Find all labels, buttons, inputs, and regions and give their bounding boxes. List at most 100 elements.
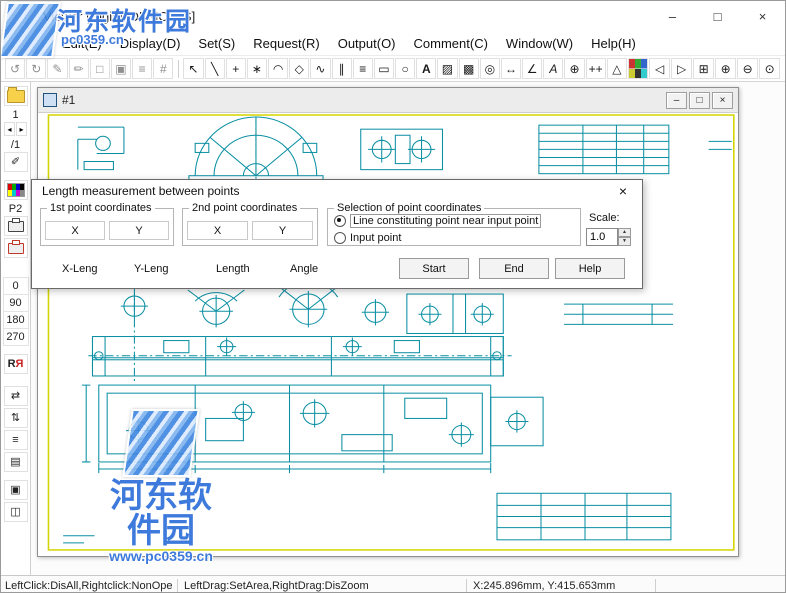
menubar: Edit(E) Display(D) Set(S) Request(R) Out…: [1, 31, 785, 55]
mirror-r-label: R: [7, 357, 16, 370]
grid-view-button[interactable]: ▤: [3, 452, 28, 472]
dialog-titlebar[interactable]: Length measurement between points ×: [32, 180, 642, 202]
menu-comment[interactable]: Comment(C): [405, 33, 497, 54]
copy-icon[interactable]: ▣: [110, 58, 132, 79]
mirror-button[interactable]: RЯ: [3, 354, 28, 374]
radio-line-point-label[interactable]: Line constituting point near input point: [350, 213, 542, 228]
zoom-in-icon[interactable]: ⊕: [715, 58, 737, 79]
window-mode-button[interactable]: ▣: [3, 480, 28, 500]
undo-icon[interactable]: ↺: [5, 58, 26, 79]
first-point-x-field: X: [45, 221, 105, 240]
hatch-fill-tool-icon[interactable]: ▨: [437, 58, 458, 79]
scale-input[interactable]: [586, 228, 618, 246]
print-area-button[interactable]: [3, 238, 28, 258]
menu-output[interactable]: Output(O): [329, 33, 405, 54]
arc-tool-icon[interactable]: ◠: [268, 58, 289, 79]
drawing-window-title: #1: [62, 93, 76, 107]
star-tool-icon[interactable]: ∗: [246, 58, 268, 79]
second-point-y-field: Y: [252, 221, 313, 240]
radio-input-point[interactable]: [334, 231, 346, 244]
dimension-tool-icon[interactable]: ↔: [500, 58, 522, 79]
print-button[interactable]: [3, 216, 28, 236]
drawing-window-icon: [43, 93, 57, 107]
select-tool-icon[interactable]: ↖: [183, 58, 204, 79]
redo-icon[interactable]: ↻: [26, 58, 47, 79]
menu-request[interactable]: Request(R): [244, 33, 328, 54]
angle-tool-icon[interactable]: ∠: [522, 58, 543, 79]
printer-icon: [7, 217, 24, 232]
radio-input-point-label[interactable]: Input point: [350, 232, 401, 244]
page-prev-button[interactable]: ◂: [4, 122, 15, 136]
list-view-button[interactable]: ≡: [3, 430, 28, 450]
italic-text-tool-icon[interactable]: A: [543, 58, 564, 79]
rectangle-tool-icon[interactable]: ▭: [373, 58, 395, 79]
menu-help[interactable]: Help(H): [582, 33, 645, 54]
center-mark-tool-icon[interactable]: ⊕: [564, 58, 585, 79]
menu-set[interactable]: Set(S): [189, 33, 244, 54]
rotate-0-button[interactable]: 0: [2, 277, 29, 295]
symbol-tool-icon[interactable]: ◎: [479, 58, 500, 79]
menu-display[interactable]: Display(D): [111, 33, 190, 54]
point-tool-icon[interactable]: +: [225, 58, 246, 79]
toolbar: ↺ ↻ ✎ ✏ □ ▣ ≡ # ↖ ╲ + ∗ ◠ ◇ ∿ ∥ ≡ ▭ ○ A …: [1, 55, 785, 82]
dot-grid-tool-icon[interactable]: ▩: [458, 58, 479, 79]
line-tool-icon[interactable]: ╲: [204, 58, 225, 79]
length-measurement-dialog[interactable]: Length measurement between points × 1st …: [31, 179, 643, 289]
text-tool-icon[interactable]: A: [416, 58, 437, 79]
doc-icon[interactable]: □: [89, 58, 110, 79]
dim-plus-tool-icon[interactable]: ++: [585, 58, 606, 79]
minimize-button[interactable]: –: [650, 1, 695, 31]
edit-tool-button[interactable]: ✐: [3, 152, 28, 172]
pen-icon[interactable]: ✎: [47, 58, 68, 79]
scale-up-icon[interactable]: ▲: [618, 228, 631, 237]
angle-dim-tool-icon[interactable]: △: [606, 58, 627, 79]
rotate-90-button[interactable]: 90: [2, 294, 29, 312]
menu-window[interactable]: Window(W): [497, 33, 582, 54]
child-close-button[interactable]: ×: [712, 91, 733, 109]
child-restore-button[interactable]: □: [689, 91, 710, 109]
titlebar: Viewer [Digital DEMO-JIS] – □ ×: [1, 1, 785, 31]
menu-edit[interactable]: Edit(E): [53, 33, 111, 54]
prev-view-icon[interactable]: ◁: [649, 58, 671, 79]
start-button[interactable]: Start: [399, 258, 469, 279]
zoom-window-icon[interactable]: ⊞: [693, 58, 715, 79]
ellipse-tool-icon[interactable]: ○: [395, 58, 416, 79]
polygon-tool-icon[interactable]: ◇: [289, 58, 310, 79]
layer-label: P2: [8, 203, 23, 215]
point-selection-group: Selection of point coordinates Line cons…: [327, 202, 581, 246]
close-button[interactable]: ×: [740, 1, 785, 31]
drawing-window-titlebar[interactable]: #1 – □ ×: [38, 88, 738, 113]
rotate-180-button[interactable]: 180: [2, 311, 29, 329]
next-view-icon[interactable]: ▷: [671, 58, 693, 79]
dialog-close-icon[interactable]: ×: [614, 182, 632, 200]
rotate-270-button[interactable]: 270: [2, 328, 29, 346]
radio-line-point[interactable]: [334, 214, 346, 227]
drawing-window-controls: – □ ×: [666, 91, 733, 109]
second-point-group-label: 2nd point coordinates: [189, 202, 301, 214]
page-number-label: 1: [12, 109, 19, 121]
help-button[interactable]: Help: [555, 258, 625, 279]
spline-tool-icon[interactable]: ∿: [310, 58, 331, 79]
end-button[interactable]: End: [479, 258, 549, 279]
child-minimize-button[interactable]: –: [666, 91, 687, 109]
drawing-window[interactable]: #1 – □ ×: [37, 87, 739, 557]
zoom-out-icon[interactable]: ⊖: [737, 58, 759, 79]
open-file-button[interactable]: [3, 86, 28, 106]
pan-horizontal-button[interactable]: ⇄: [3, 386, 28, 406]
fit-vertical-button[interactable]: ⇅: [3, 408, 28, 428]
maximize-button[interactable]: □: [695, 1, 740, 31]
zoom-full-icon[interactable]: ⊙: [759, 58, 781, 79]
scale-spinner: ▲ ▼: [586, 228, 631, 246]
page-next-button[interactable]: ▸: [16, 122, 27, 136]
window-title: Viewer [Digital DEMO-JIS]: [43, 8, 196, 24]
color-grid-tool-icon[interactable]: [627, 58, 649, 79]
screen-mode-button[interactable]: ◫: [3, 502, 28, 522]
pencil-icon[interactable]: ✏: [68, 58, 89, 79]
hash-icon[interactable]: #: [153, 58, 174, 79]
left-sidebar: 1 ◂ ▸ /1 ✐ P2 0 90 180 270 RЯ ⇄ ⇅ ≡ ▤ ▣ …: [1, 82, 31, 575]
palette-button[interactable]: [3, 180, 28, 200]
hatch-lines-tool-icon[interactable]: ≡: [352, 58, 373, 79]
scale-down-icon[interactable]: ▼: [618, 237, 631, 246]
parallel-tool-icon[interactable]: ∥: [331, 58, 352, 79]
list-icon[interactable]: ≡: [132, 58, 153, 79]
